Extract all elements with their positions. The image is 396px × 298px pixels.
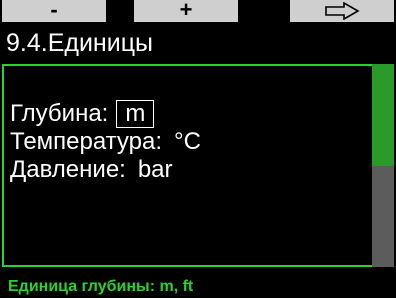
setting-label-temperature: Температура: — [10, 128, 163, 155]
minus-button[interactable]: - — [2, 0, 106, 22]
setting-row-temperature[interactable]: Температура: °C — [10, 128, 201, 156]
setting-row-pressure[interactable]: Давление: bar — [10, 156, 201, 184]
scrollbar-thumb[interactable] — [372, 64, 394, 166]
setting-value-pressure[interactable]: bar — [138, 156, 173, 184]
arrow-right-icon — [325, 2, 360, 20]
setting-label-depth: Глубина: — [10, 100, 109, 127]
setting-value-depth[interactable]: m — [116, 100, 155, 128]
plus-button[interactable]: + — [134, 0, 238, 22]
next-button[interactable] — [290, 0, 394, 22]
hint-text: Единица глубины: m, ft — [8, 278, 194, 295]
setting-row-depth[interactable]: Глубина: m — [10, 100, 201, 128]
page-title: 9.4.Единицы — [6, 29, 153, 57]
plus-button-label: + — [179, 0, 193, 22]
softkey-bar: - + — [0, 0, 396, 26]
setting-value-temperature[interactable]: °C — [174, 128, 201, 156]
minus-button-label: - — [50, 0, 58, 22]
setting-label-pressure: Давление: — [10, 156, 126, 183]
scrollbar[interactable] — [372, 64, 394, 267]
settings-list: Глубина: m Температура: °C Давление: bar — [10, 100, 201, 184]
